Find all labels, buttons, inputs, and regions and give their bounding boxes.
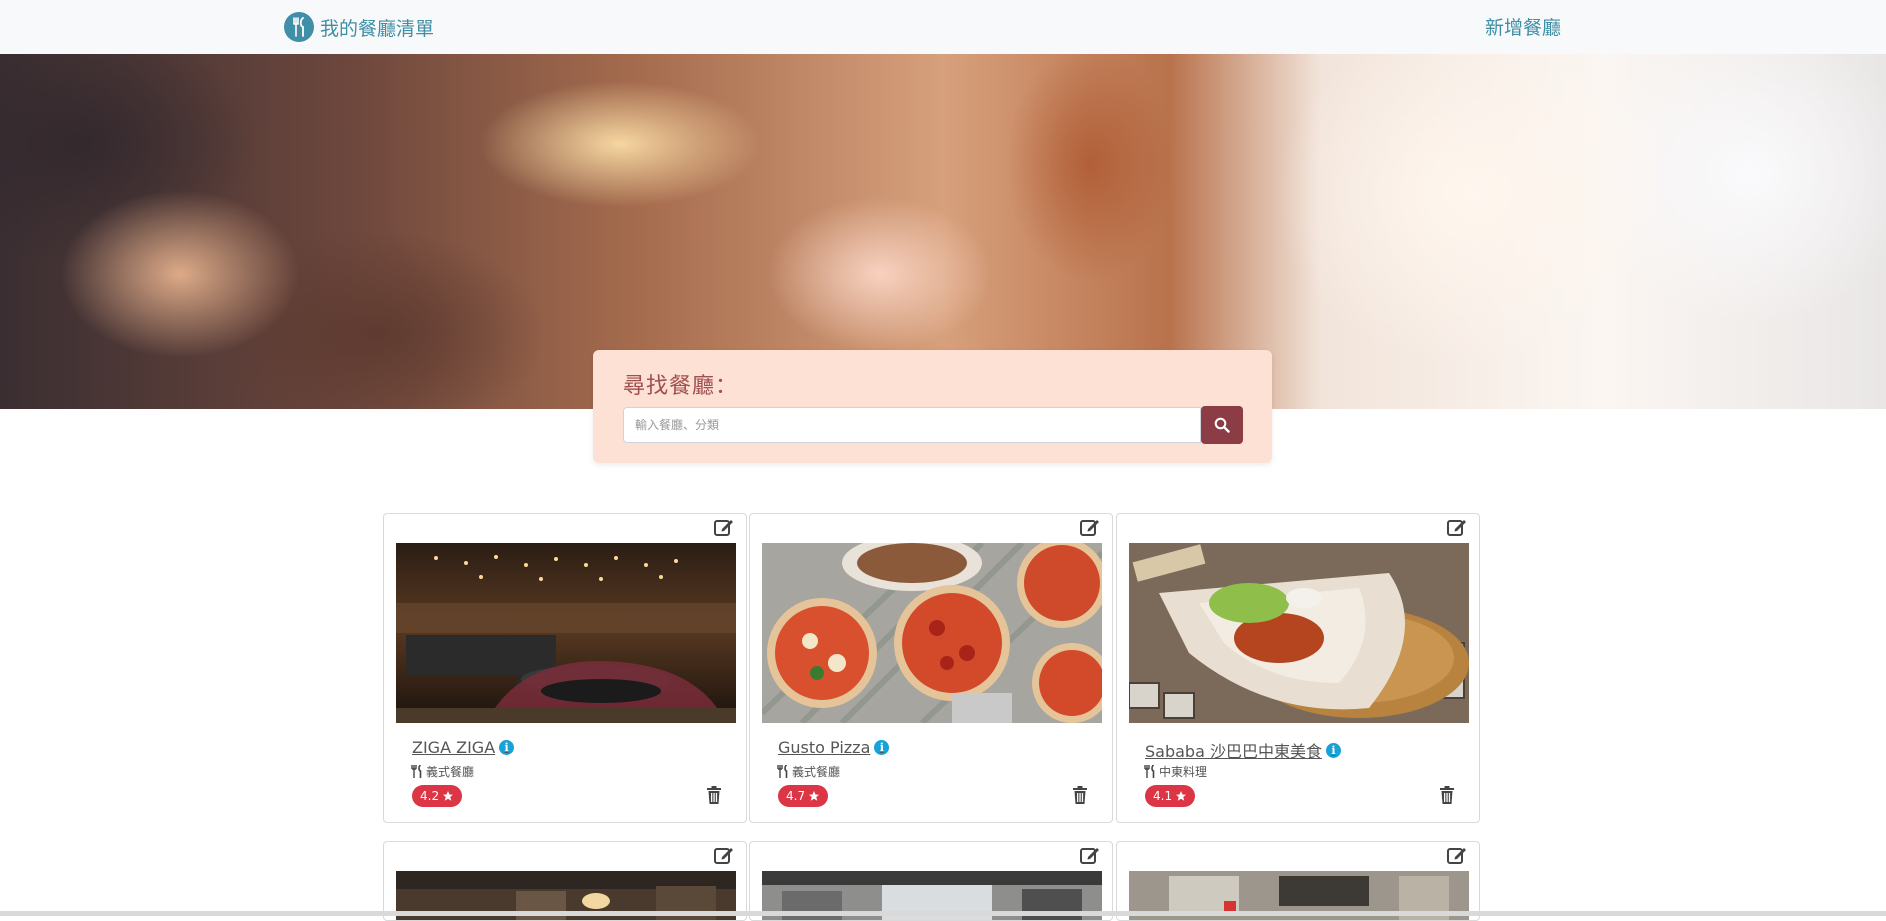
restaurant-photo[interactable] — [762, 543, 1102, 723]
edit-icon[interactable] — [713, 844, 735, 866]
edit-icon[interactable] — [1446, 516, 1468, 538]
search-title: 尋找餐廳： — [623, 374, 739, 399]
info-icon[interactable]: i — [499, 740, 515, 755]
rating-value: 4.1 — [1153, 789, 1173, 803]
edit-icon[interactable] — [1079, 516, 1101, 538]
rating-value: 4.2 — [420, 789, 440, 803]
restaurant-name-link[interactable]: Gusto Pizza i — [778, 738, 890, 757]
restaurant-name-link[interactable]: ZIGA ZIGA i — [412, 738, 515, 757]
search-input[interactable] — [623, 407, 1201, 443]
rating-value: 4.7 — [786, 789, 806, 803]
navbar: 我的餐廳清單 新增餐廳 — [0, 0, 1886, 54]
restaurant-category: 中東料理 — [1144, 763, 1207, 780]
utensils-icon — [1144, 765, 1155, 778]
edit-icon[interactable] — [1079, 844, 1101, 866]
brand-link[interactable]: 我的餐廳清單 — [284, 11, 434, 43]
edit-icon[interactable] — [713, 516, 735, 538]
utensils-icon — [284, 12, 314, 42]
info-icon[interactable]: i — [874, 740, 890, 755]
restaurant-card — [1116, 841, 1480, 921]
utensils-icon — [411, 765, 422, 778]
restaurant-photo[interactable] — [1129, 543, 1469, 723]
horizontal-scrollbar[interactable] — [0, 911, 1886, 916]
trash-icon[interactable] — [706, 786, 722, 804]
restaurant-category: 義式餐廳 — [777, 763, 840, 780]
star-icon — [443, 791, 454, 801]
trash-icon[interactable] — [1439, 786, 1455, 804]
info-icon[interactable]: i — [1325, 742, 1341, 758]
restaurant-card: Gusto Pizza i 義式餐廳 4.7 — [749, 513, 1113, 823]
restaurant-photo[interactable] — [396, 543, 736, 723]
search-icon — [1214, 417, 1230, 433]
restaurant-name: Gusto Pizza — [778, 738, 871, 757]
rating-badge: 4.1 — [1145, 785, 1196, 807]
restaurant-category-label: 中東料理 — [1159, 765, 1208, 779]
rating-badge: 4.7 — [778, 785, 829, 807]
restaurant-card: Sababa 沙巴巴中東美食 i 中東料理 4.1 — [1116, 513, 1480, 823]
star-icon — [809, 791, 820, 801]
rating-badge: 4.2 — [412, 785, 463, 807]
restaurant-card: ZIGA ZIGA i 義式餐廳 4.2 — [383, 513, 747, 823]
restaurant-category: 義式餐廳 — [411, 763, 474, 780]
restaurant-name: Sababa 沙巴巴中東美食 — [1145, 742, 1322, 761]
restaurant-name-link[interactable]: Sababa 沙巴巴中東美食 i — [1145, 738, 1341, 762]
search-panel: 尋找餐廳： — [593, 350, 1272, 463]
utensils-icon — [777, 765, 788, 778]
star-icon — [1176, 791, 1187, 801]
restaurant-card — [749, 841, 1113, 921]
trash-icon[interactable] — [1072, 786, 1088, 804]
restaurant-name: ZIGA ZIGA — [412, 738, 496, 757]
new-restaurant-link[interactable]: 新增餐廳 — [1485, 13, 1561, 40]
restaurant-card — [383, 841, 747, 921]
restaurant-category-label: 義式餐廳 — [426, 765, 475, 779]
edit-icon[interactable] — [1446, 844, 1468, 866]
search-button[interactable] — [1201, 406, 1243, 444]
restaurant-category-label: 義式餐廳 — [792, 765, 841, 779]
brand-title: 我的餐廳清單 — [320, 17, 435, 40]
